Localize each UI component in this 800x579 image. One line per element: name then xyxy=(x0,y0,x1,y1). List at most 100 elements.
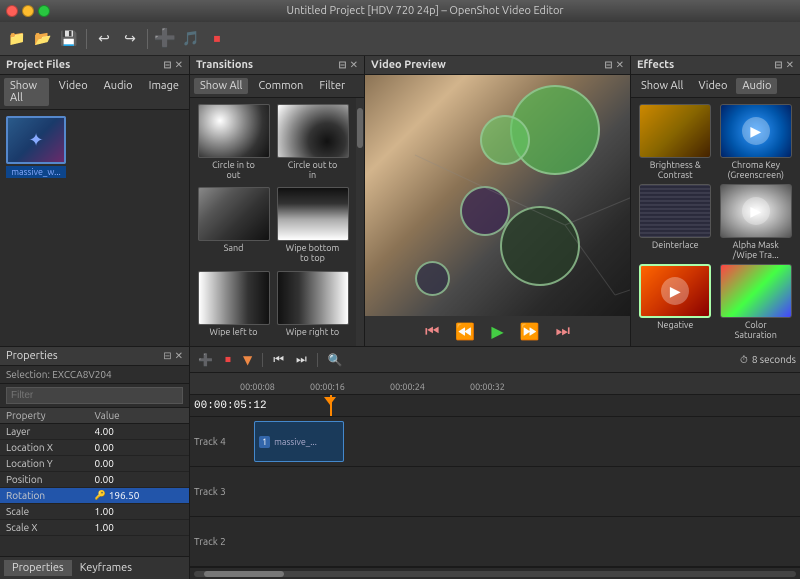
track-4-content: 1 massive_... xyxy=(244,417,796,466)
video-preview-collapse-icon[interactable]: ⊟ xyxy=(604,59,612,71)
track-4-clip-1[interactable]: 1 massive_... xyxy=(254,421,344,462)
tl-separator-2 xyxy=(317,353,318,367)
transitions-content: Circle in toout Circle out toin Sand xyxy=(190,98,356,346)
effect-label-color-sat: ColorSaturation xyxy=(735,320,777,340)
effect-color-saturation[interactable]: ColorSaturation xyxy=(718,264,795,340)
transition-sand[interactable]: Sand xyxy=(196,187,271,266)
maximize-button[interactable] xyxy=(38,5,50,17)
toolbar-separator-1 xyxy=(86,29,87,49)
play-button[interactable]: ▶ xyxy=(487,320,507,343)
properties-column-header: Property Value xyxy=(0,408,189,424)
effects-tabs: Show All Video Audio xyxy=(631,75,800,98)
project-files-panel: Project Files ⊟ ✕ Show All Video Audio I… xyxy=(0,56,190,346)
close-button[interactable] xyxy=(6,5,18,17)
properties-filter-input[interactable] xyxy=(6,387,183,404)
video-preview-close-icon[interactable]: ✕ xyxy=(616,59,624,71)
current-time-display: 00:00:05:12 xyxy=(194,400,267,412)
effect-brightness[interactable]: Brightness &Contrast xyxy=(637,104,714,180)
track-2: Track 2 xyxy=(190,517,800,567)
scrollbar-track[interactable] xyxy=(194,571,796,577)
panel-close-icon[interactable]: ✕ xyxy=(175,59,183,71)
tl-filter-button[interactable]: ▼ xyxy=(239,351,256,369)
tl-next-button[interactable]: ⏭ xyxy=(292,351,311,369)
undo-icon[interactable]: ↩ xyxy=(93,28,115,50)
scrollbar-thumb[interactable] xyxy=(204,571,284,577)
back-button[interactable]: ⏪ xyxy=(451,320,479,343)
rewind-button[interactable]: ⏮ xyxy=(421,320,443,343)
transition-wipe-right[interactable]: Wipe right to xyxy=(275,271,350,340)
effects-tab-show-all[interactable]: Show All xyxy=(635,78,689,94)
timeline-scrollbar[interactable] xyxy=(190,567,800,579)
transitions-collapse-icon[interactable]: ⊟ xyxy=(338,59,346,71)
transitions-tab-show-all[interactable]: Show All xyxy=(194,78,248,94)
transition-circle-out-in[interactable]: Circle out toin xyxy=(275,104,350,183)
open-file-icon[interactable]: 📂 xyxy=(32,28,54,50)
props-tab-properties[interactable]: Properties xyxy=(4,560,72,576)
stop-icon[interactable]: ⏹ xyxy=(206,28,228,50)
redo-icon[interactable]: ↪ xyxy=(119,28,141,50)
negative-play-overlay: ▶ xyxy=(661,277,689,305)
transition-wipe-bottom[interactable]: Wipe bottomto top xyxy=(275,187,350,266)
transitions-scrollbar[interactable] xyxy=(356,98,364,346)
panel-collapse-icon[interactable]: ⊟ xyxy=(163,59,171,71)
tl-remove-button[interactable]: ⏹ xyxy=(221,351,235,369)
properties-collapse-icon[interactable]: ⊟ xyxy=(163,350,171,362)
playhead-head[interactable] xyxy=(324,397,336,405)
transitions-header-icons[interactable]: ⊟ ✕ xyxy=(338,59,358,71)
transitions-scrollbar-thumb[interactable] xyxy=(357,108,363,148)
effect-deinterlace[interactable]: Deinterlace xyxy=(637,184,714,260)
forward-button[interactable]: ⏩ xyxy=(516,320,544,343)
effects-tab-audio[interactable]: Audio xyxy=(736,78,777,94)
tab-image[interactable]: Image xyxy=(143,78,185,106)
effect-alpha-mask[interactable]: ▶ Alpha Mask/Wipe Tra... xyxy=(718,184,795,260)
effect-negative[interactable]: ▶ Negative xyxy=(637,264,714,340)
effects-tab-video[interactable]: Video xyxy=(692,78,733,94)
audio-icon[interactable]: 🎵 xyxy=(180,28,202,50)
panel-header-icons[interactable]: ⊟ ✕ xyxy=(163,59,183,71)
props-tab-keyframes[interactable]: Keyframes xyxy=(72,560,140,576)
effect-thumb-negative: ▶ xyxy=(639,264,711,318)
window-controls[interactable] xyxy=(6,5,50,17)
ruler-time-3: 00:00:32 xyxy=(470,382,505,392)
prop-value-location-x: 0.00 xyxy=(95,442,184,453)
effects-grid: Brightness &Contrast ▶ Chroma Key(Greens… xyxy=(631,98,800,346)
prop-value-rotation: 🔑 196.50 xyxy=(95,490,184,501)
save-icon[interactable]: 💾 xyxy=(58,28,80,50)
transitions-close-icon[interactable]: ✕ xyxy=(350,59,358,71)
minimize-button[interactable] xyxy=(22,5,34,17)
tl-zoom-button[interactable]: 🔍 xyxy=(324,351,347,369)
transition-thumb-circle-out-in xyxy=(277,104,349,158)
effects-close-icon[interactable]: ✕ xyxy=(786,59,794,71)
properties-close-icon[interactable]: ✕ xyxy=(175,350,183,362)
tl-prev-button[interactable]: ⏮ xyxy=(269,351,288,369)
tab-show-all[interactable]: Show All xyxy=(4,78,49,106)
transition-circle-in-out[interactable]: Circle in toout xyxy=(196,104,271,183)
ruler-time-2: 00:00:24 xyxy=(390,382,425,392)
new-file-icon[interactable]: 📁 xyxy=(6,28,28,50)
tl-add-button[interactable]: ➕ xyxy=(194,351,217,369)
video-preview-header-icons[interactable]: ⊟ ✕ xyxy=(604,59,624,71)
prop-name-position: Position xyxy=(6,474,95,485)
property-col-header: Property xyxy=(6,410,95,421)
end-button[interactable]: ⏭ xyxy=(552,320,574,343)
transition-thumb-wipe-bottom xyxy=(277,187,349,241)
effect-label-deinterlace: Deinterlace xyxy=(652,240,699,250)
tab-audio[interactable]: Audio xyxy=(98,78,139,106)
effects-collapse-icon[interactable]: ⊟ xyxy=(774,59,782,71)
effect-chroma-key[interactable]: ▶ Chroma Key(Greenscreen) xyxy=(718,104,795,180)
prop-row-rotation[interactable]: Rotation 🔑 196.50 xyxy=(0,488,189,504)
tab-video[interactable]: Video xyxy=(53,78,94,106)
add-icon[interactable]: ➕ xyxy=(154,28,176,50)
transition-label-wipe-bottom: Wipe bottomto top xyxy=(286,243,340,263)
transitions-tab-filter[interactable]: Filter xyxy=(313,78,351,94)
transition-wipe-left[interactable]: Wipe left to xyxy=(196,271,271,340)
properties-header-icons[interactable]: ⊟ ✕ xyxy=(163,350,183,362)
prop-value-scale: 1.00 xyxy=(95,506,184,517)
effect-thumb-brightness xyxy=(639,104,711,158)
effects-header-icons[interactable]: ⊟ ✕ xyxy=(774,59,794,71)
prop-value-scale-x: 1.00 xyxy=(95,522,184,533)
file-thumbnail[interactable]: ✦ xyxy=(6,116,66,164)
transitions-tab-common[interactable]: Common xyxy=(252,78,309,94)
properties-table: Layer 4.00 Location X 0.00 Location Y 0.… xyxy=(0,424,189,556)
track-2-label: Track 2 xyxy=(194,536,244,547)
